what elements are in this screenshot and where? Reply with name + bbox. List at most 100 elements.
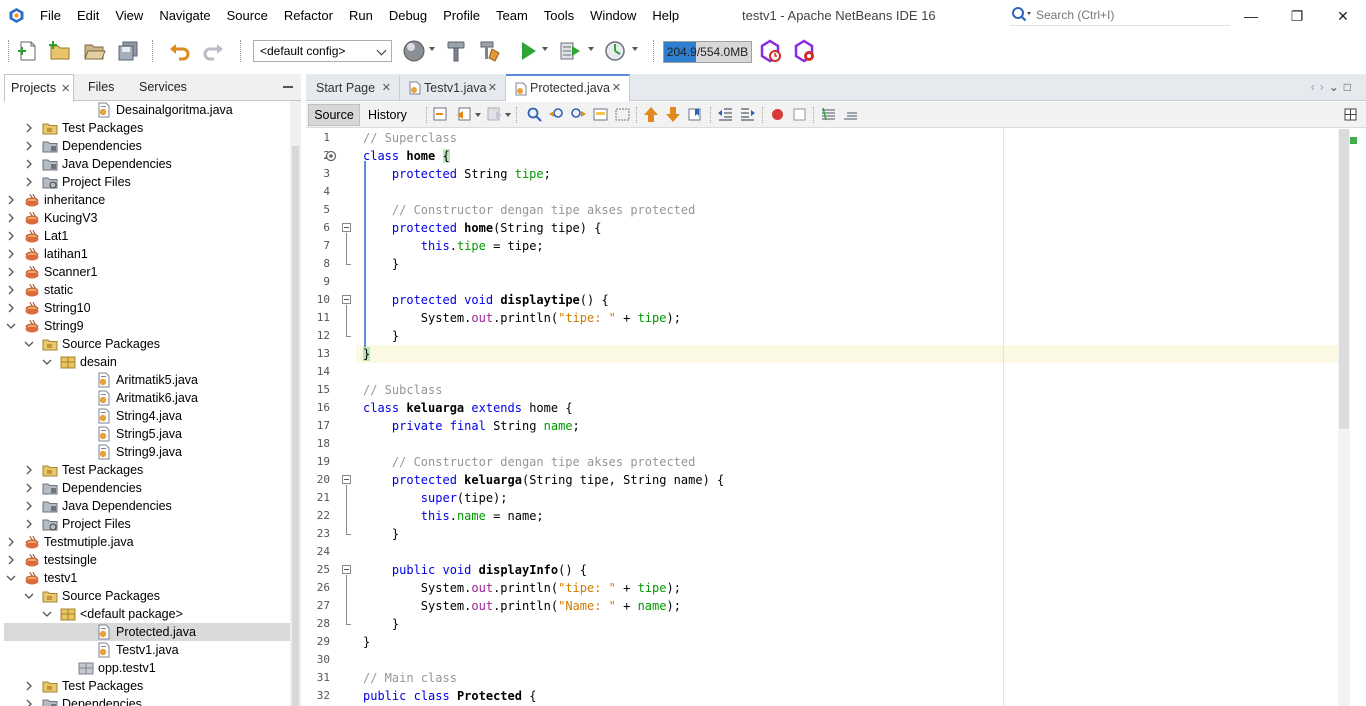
menu-navigate[interactable]: Navigate	[151, 0, 218, 32]
chevron-right-icon[interactable]	[6, 285, 16, 295]
scrollbar-thumb[interactable]	[1339, 129, 1349, 429]
code-line[interactable]: }	[363, 633, 370, 651]
code-line[interactable]: }	[363, 327, 399, 345]
tree-item[interactable]: Aritmatik5.java	[4, 371, 290, 389]
tab-navigation[interactable]: ‹›⌄□	[1311, 80, 1356, 94]
toggle-bookmark-icon[interactable]	[687, 106, 704, 123]
tree-item[interactable]: Scanner1	[4, 263, 290, 281]
tree-item[interactable]: Project Files	[4, 515, 290, 533]
tree-item[interactable]: Java Dependencies	[4, 155, 290, 173]
chevron-right-icon[interactable]	[6, 213, 16, 223]
find-next-icon[interactable]	[570, 106, 587, 123]
run-dropdown-icon[interactable]	[542, 47, 548, 51]
line-number-gutter[interactable]: 1234567891011121314151617181920212223242…	[306, 129, 334, 706]
tree-item[interactable]: Source Packages	[4, 335, 290, 353]
run-icon[interactable]	[516, 39, 540, 63]
search-input[interactable]	[1036, 8, 1226, 22]
chevron-right-icon[interactable]	[6, 195, 16, 205]
tree-item[interactable]: Project Files	[4, 173, 290, 191]
code-line[interactable]: }	[363, 255, 399, 273]
menu-source[interactable]: Source	[219, 0, 276, 32]
close-tab-icon[interactable]: ✕	[61, 83, 70, 95]
code-line[interactable]: System.out.println("Name: " + name);	[363, 597, 681, 615]
code-line[interactable]: }	[363, 615, 399, 633]
chevron-right-icon[interactable]	[24, 177, 34, 187]
fold-gutter[interactable]	[325, 129, 366, 706]
menu-tools[interactable]: Tools	[536, 0, 582, 32]
no-errors-indicator[interactable]	[1350, 137, 1357, 144]
menu-edit[interactable]: Edit	[69, 0, 107, 32]
code-line[interactable]: protected String tipe;	[363, 165, 551, 183]
minimize-button[interactable]: —	[1228, 0, 1274, 32]
comment-icon[interactable]	[820, 106, 837, 123]
tree-item[interactable]: Protected.java	[4, 623, 290, 641]
code-line[interactable]: protected keluarga(String tipe, String n…	[363, 471, 724, 489]
tree-item[interactable]: desain	[4, 353, 290, 371]
debug-dropdown-icon[interactable]	[588, 47, 594, 51]
globe-dropdown-icon[interactable]	[429, 47, 435, 51]
tree-item[interactable]: Desainalgoritma.java	[4, 101, 290, 119]
chevron-down-icon[interactable]	[42, 357, 52, 367]
toggle-highlight-icon[interactable]	[592, 106, 609, 123]
tree-item[interactable]: Dependencies	[4, 479, 290, 497]
tab-services[interactable]: Services	[133, 74, 203, 101]
back-dropdown-icon[interactable]	[475, 113, 481, 117]
save-all-icon[interactable]	[116, 39, 140, 63]
forward-icon[interactable]	[486, 106, 503, 123]
menu-view[interactable]: View	[107, 0, 151, 32]
show-opened-documents-icon[interactable]: ⌄	[1329, 80, 1344, 94]
new-file-icon[interactable]	[16, 39, 40, 63]
new-project-icon[interactable]	[48, 39, 72, 63]
forward-dropdown-icon[interactable]	[505, 113, 511, 117]
tree-item[interactable]: opp.testv1	[4, 659, 290, 677]
scrollbar-thumb[interactable]	[292, 146, 299, 706]
code-line[interactable]: // Constructor dengan tipe akses protect…	[363, 201, 695, 219]
menu-refactor[interactable]: Refactor	[276, 0, 341, 32]
fold-toggle-icon[interactable]	[342, 223, 351, 232]
code-line[interactable]: private final String name;	[363, 417, 580, 435]
profile-icon[interactable]	[603, 39, 627, 63]
tree-item[interactable]: Testmutiple.java	[4, 533, 290, 551]
menu-profile[interactable]: Profile	[435, 0, 488, 32]
chevron-right-icon[interactable]	[24, 465, 34, 475]
close-button[interactable]: ✕	[1320, 0, 1366, 32]
code-line[interactable]: public class Protected {	[363, 687, 536, 705]
open-project-icon[interactable]	[82, 39, 106, 63]
editor-scrollbar[interactable]	[1338, 129, 1366, 706]
undo-icon[interactable]	[168, 39, 192, 63]
tree-item[interactable]: Test Packages	[4, 461, 290, 479]
history-view-button[interactable]: History	[368, 104, 407, 126]
tree-item[interactable]: Lat1	[4, 227, 290, 245]
tab-files[interactable]: Files	[82, 74, 132, 101]
tree-item[interactable]: testsingle	[4, 551, 290, 569]
debug-icon[interactable]	[558, 39, 582, 63]
chevron-right-icon[interactable]	[6, 555, 16, 565]
tree-item[interactable]: static	[4, 281, 290, 299]
gc-icon[interactable]	[758, 39, 782, 63]
tab-protected-java[interactable]: Protected.java ✕	[506, 74, 630, 102]
chevron-right-icon[interactable]	[24, 159, 34, 169]
code-line[interactable]: // Main class	[363, 669, 457, 687]
code-line[interactable]: class home {	[363, 147, 450, 165]
tree-item[interactable]: String4.java	[4, 407, 290, 425]
maximize-button[interactable]: ❐	[1274, 0, 1320, 32]
tree-item[interactable]: String9	[4, 317, 290, 335]
back-icon[interactable]	[456, 106, 473, 123]
code-line[interactable]: }	[363, 525, 399, 543]
tree-item[interactable]: String5.java	[4, 425, 290, 443]
find-selection-icon[interactable]	[526, 106, 543, 123]
tree-item[interactable]: String9.java	[4, 443, 290, 461]
chevron-right-icon[interactable]	[24, 483, 34, 493]
menu-help[interactable]: Help	[644, 0, 687, 32]
chevron-right-icon[interactable]	[24, 123, 34, 133]
chevron-right-icon[interactable]	[24, 141, 34, 151]
code-line[interactable]: protected home(String tipe) {	[363, 219, 602, 237]
tree-item[interactable]: Dependencies	[4, 695, 290, 706]
toggle-rectangular-selection-icon[interactable]	[614, 106, 631, 123]
close-tab-icon[interactable]: ✕	[382, 76, 391, 100]
start-macro-recording-icon[interactable]	[769, 106, 786, 123]
scroll-tabs-left-icon[interactable]: ‹	[1311, 80, 1320, 94]
next-bookmark-icon[interactable]	[665, 106, 682, 123]
minimize-panel-icon[interactable]	[283, 86, 293, 88]
chevron-down-icon[interactable]	[6, 573, 16, 583]
